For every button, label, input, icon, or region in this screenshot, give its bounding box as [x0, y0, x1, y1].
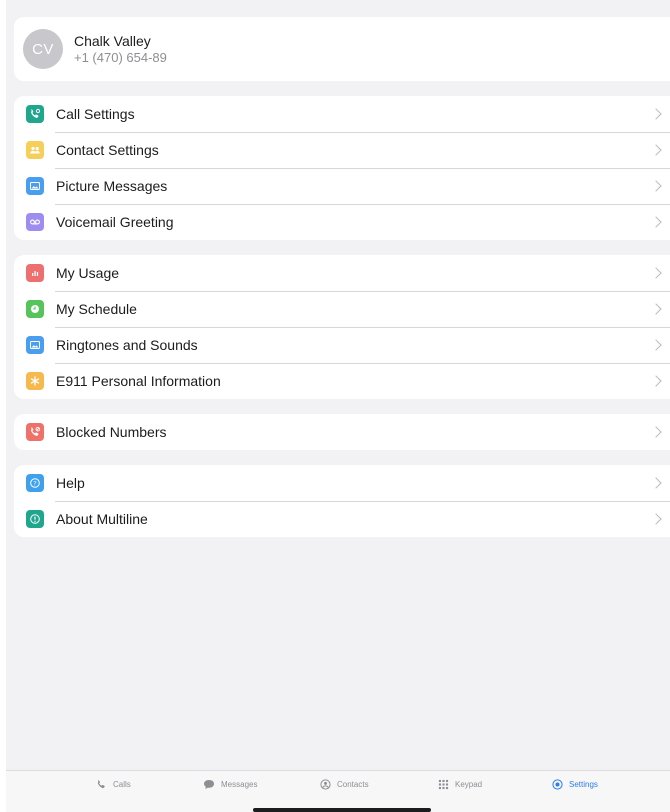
tab-settings[interactable]: Settings [552, 779, 598, 790]
tab-keypad-label: Keypad [455, 780, 483, 789]
bar-chart-icon [26, 264, 44, 282]
voicemail-icon [26, 213, 44, 231]
my-usage-row[interactable]: My Usage [14, 255, 670, 291]
tab-calls-label: Calls [113, 780, 131, 789]
tab-settings-label: Settings [569, 780, 598, 789]
gear-icon [552, 779, 563, 790]
chevron-right-icon [650, 108, 662, 120]
e911-row[interactable]: E911 Personal Information [14, 363, 670, 399]
e911-label: E911 Personal Information [56, 373, 221, 389]
avatar: CV [23, 29, 63, 69]
tab-messages[interactable]: Messages [203, 779, 257, 790]
my-schedule-row[interactable]: My Schedule [14, 291, 670, 327]
tab-contacts[interactable]: Contacts [320, 779, 369, 790]
profile-name: Chalk Valley [74, 32, 151, 49]
about-multiline-label: About Multiline [56, 511, 148, 527]
chevron-right-icon [650, 426, 662, 438]
tab-calls[interactable]: Calls [96, 779, 131, 790]
settings-group-calls: Call Settings Contact Settings Picture M… [14, 96, 670, 240]
phone-gear-icon [26, 105, 44, 123]
profile-info: Chalk Valley +1 (470) 654-89 [74, 33, 167, 66]
settings-list: CV Chalk Valley +1 (470) 654-89 Call Set… [14, 17, 670, 537]
tab-contacts-label: Contacts [337, 780, 369, 789]
left-edge-strip [0, 0, 6, 812]
person-circle-icon [320, 779, 331, 790]
contact-settings-label: Contact Settings [56, 142, 159, 158]
home-indicator [253, 808, 431, 812]
call-settings-row[interactable]: Call Settings [14, 96, 670, 132]
blocked-numbers-row[interactable]: Blocked Numbers [14, 414, 670, 450]
tab-bar: Calls Messages Contacts Keypad Settings [6, 770, 670, 812]
clock-icon [26, 300, 44, 318]
picture-messages-row[interactable]: Picture Messages [14, 168, 670, 204]
contact-settings-row[interactable]: Contact Settings [14, 132, 670, 168]
tab-messages-label: Messages [221, 780, 258, 789]
chevron-right-icon [650, 375, 662, 387]
tab-keypad[interactable]: Keypad [438, 779, 482, 790]
phone-icon [97, 780, 105, 789]
info-icon [26, 510, 44, 528]
picture-messages-label: Picture Messages [56, 178, 168, 194]
chevron-right-icon [650, 180, 662, 192]
chevron-right-icon [650, 477, 662, 489]
ringtones-label: Ringtones and Sounds [56, 337, 198, 353]
asterisk-icon [26, 372, 44, 390]
profile-card[interactable]: CV Chalk Valley +1 (470) 654-89 [14, 17, 670, 81]
chat-bubble-icon [204, 780, 214, 789]
chevron-right-icon [650, 144, 662, 156]
settings-group-blocked: Blocked Numbers [14, 414, 670, 450]
profile-phone: +1 (470) 654-89 [74, 49, 167, 65]
voicemail-greeting-row[interactable]: Voicemail Greeting [14, 204, 670, 240]
blocked-numbers-label: Blocked Numbers [56, 424, 167, 440]
call-settings-label: Call Settings [56, 106, 135, 122]
chevron-right-icon [650, 267, 662, 279]
chevron-right-icon [650, 339, 662, 351]
voicemail-greeting-label: Voicemail Greeting [56, 214, 174, 230]
my-schedule-label: My Schedule [56, 301, 137, 317]
settings-group-account: My Usage My Schedule Ringtones and Sound… [14, 255, 670, 399]
my-usage-label: My Usage [56, 265, 120, 281]
svg-text:?: ? [33, 479, 36, 487]
settings-group-help: ? Help About Multiline [14, 465, 670, 537]
ringtones-row[interactable]: Ringtones and Sounds [14, 327, 670, 363]
keypad-icon [438, 779, 449, 790]
question-icon: ? [26, 474, 44, 492]
people-icon [26, 141, 44, 159]
help-label: Help [56, 475, 85, 491]
help-row[interactable]: ? Help [14, 465, 670, 501]
picture-icon [26, 177, 44, 195]
blocked-phone-icon [26, 423, 44, 441]
picture-icon [26, 336, 44, 354]
chevron-right-icon [650, 513, 662, 525]
chevron-right-icon [650, 216, 662, 228]
chevron-right-icon [650, 303, 662, 315]
about-multiline-row[interactable]: About Multiline [14, 501, 670, 537]
